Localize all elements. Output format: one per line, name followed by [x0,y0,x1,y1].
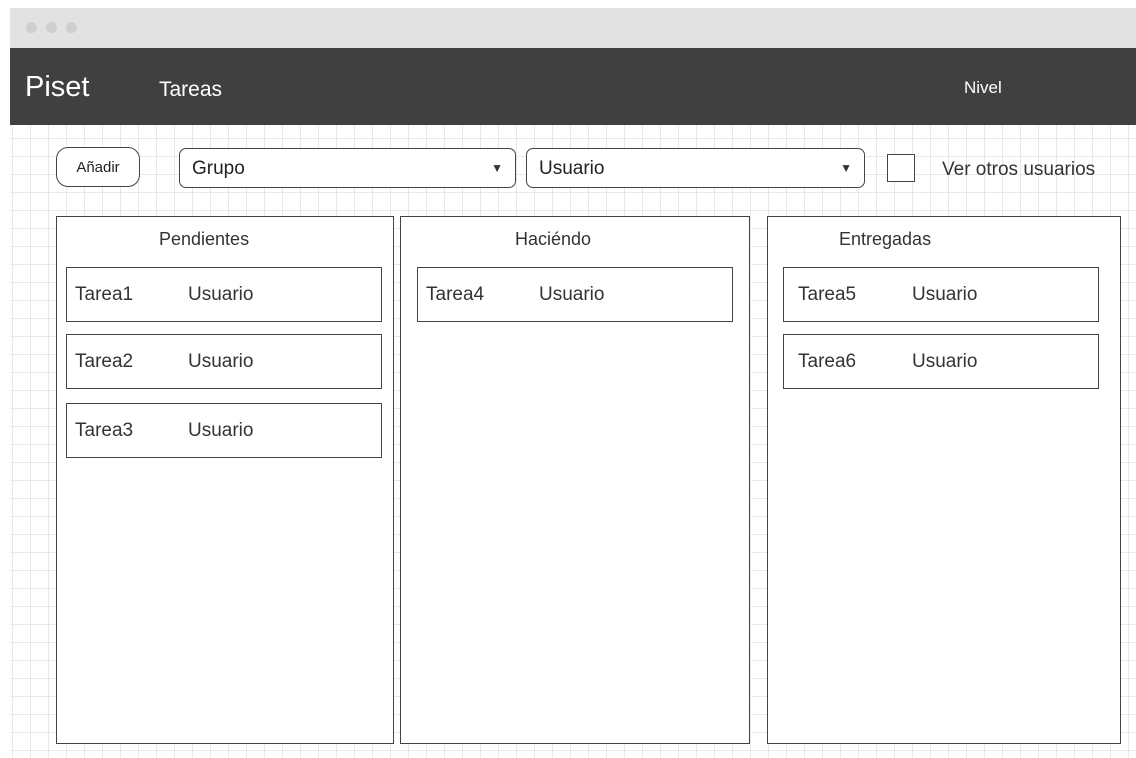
nav-link-tareas[interactable]: Tareas [159,77,222,103]
task-name: Tarea6 [798,351,857,372]
browser-window: Piset Tareas Nivel Añadir Grupo ▼ Usuari… [10,8,1136,758]
column-pendientes: Pendientes Tarea1 Usuario Tarea2 Usuario… [56,216,394,744]
show-others-label: Ver otros usuarios [942,159,1096,180]
user-select[interactable]: Usuario ▼ [526,148,865,188]
top-navbar: Piset Tareas Nivel [10,48,1136,125]
task-name: Tarea2 [75,351,134,372]
task-user: Usuario [188,420,254,441]
task-card[interactable]: Tarea5 Usuario [783,267,1099,322]
task-card[interactable]: Tarea4 Usuario [417,267,733,322]
window-close-dot[interactable] [26,22,37,33]
window-minimize-dot[interactable] [46,22,57,33]
group-select[interactable]: Grupo ▼ [179,148,516,188]
task-card[interactable]: Tarea6 Usuario [783,334,1099,389]
add-button[interactable]: Añadir [56,147,140,187]
user-select-value: Usuario [539,158,605,179]
window-titlebar [10,8,1136,48]
brand-logo[interactable]: Piset [25,70,89,104]
task-card[interactable]: Tarea2 Usuario [66,334,382,389]
column-title: Entregadas [839,229,932,249]
window-maximize-dot[interactable] [66,22,77,33]
nav-link-nivel[interactable]: Nivel [964,77,1002,99]
column-haciendo: Haciéndo Tarea4 Usuario [400,216,750,744]
column-title: Haciéndo [515,229,592,249]
chevron-down-icon: ▼ [491,161,503,175]
task-name: Tarea5 [798,284,857,305]
task-user: Usuario [188,284,254,305]
task-name: Tarea1 [75,284,134,305]
task-user: Usuario [188,351,254,372]
task-user: Usuario [912,284,978,305]
group-select-value: Grupo [192,158,245,179]
column-entregadas: Entregadas Tarea5 Usuario Tarea6 Usuario [767,216,1121,744]
show-others-checkbox[interactable] [887,154,915,182]
task-name: Tarea4 [426,284,485,305]
task-card[interactable]: Tarea3 Usuario [66,403,382,458]
task-user: Usuario [539,284,605,305]
chevron-down-icon: ▼ [840,161,852,175]
task-name: Tarea3 [75,420,134,441]
column-title: Pendientes [159,229,250,249]
task-card[interactable]: Tarea1 Usuario [66,267,382,322]
task-user: Usuario [912,351,978,372]
